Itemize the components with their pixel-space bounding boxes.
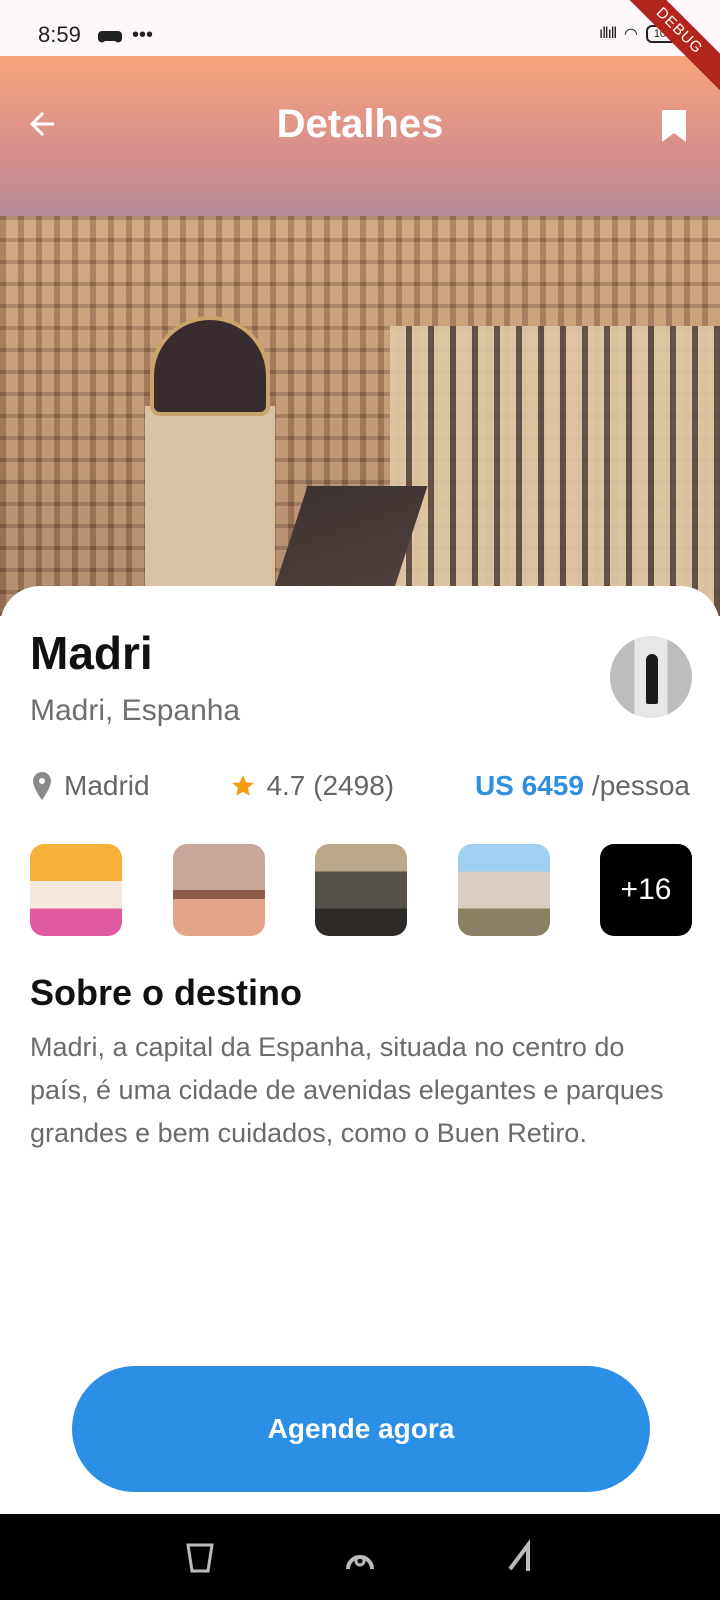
game-controller-icon [98, 30, 122, 42]
system-nav-bar [0, 1514, 720, 1600]
home-icon[interactable] [340, 1537, 380, 1577]
price-info: US 6459 /pessoa [475, 770, 690, 802]
status-bar: 8:59 ••• ıllıll ◠ 100 [0, 0, 720, 56]
status-time: 8:59 [38, 22, 81, 47]
bookmark-icon [662, 110, 686, 142]
bookmark-button[interactable] [660, 108, 688, 144]
wifi-icon: ◠ [624, 26, 638, 43]
place-title: Madri [30, 627, 153, 679]
location-info: Madrid [30, 770, 150, 802]
page-title: Detalhes [276, 102, 444, 146]
back-nav-icon[interactable] [500, 1537, 540, 1577]
hero-tower [145, 406, 275, 616]
location-label: Madrid [64, 770, 150, 801]
signal-icon: ıllıll [598, 25, 617, 42]
gallery-more-label: +16 [620, 873, 672, 906]
photo-gallery: +16 [30, 844, 692, 936]
book-now-label: Agende agora [267, 1413, 455, 1444]
top-app-bar: Detalhes [0, 88, 720, 168]
rating-label: 4.7 (2498) [266, 770, 395, 801]
more-dots-icon: ••• [132, 24, 154, 46]
gallery-more-button[interactable]: +16 [600, 844, 692, 936]
gallery-thumbnail[interactable] [315, 844, 407, 936]
gallery-thumbnail[interactable] [30, 844, 122, 936]
book-now-button[interactable]: Agende agora [72, 1366, 650, 1492]
about-text: Madri, a capital da Espanha, situada no … [30, 1032, 664, 1148]
star-icon [232, 775, 255, 796]
place-subtitle: Madri, Espanha [30, 694, 241, 727]
about-heading: Sobre o destino [30, 972, 303, 1013]
rating-info: 4.7 (2498) [230, 770, 394, 802]
info-row: Madrid 4.7 (2498) US 6459 /pessoa [30, 766, 690, 806]
price-unit: /pessoa [591, 770, 690, 801]
price-value: US 6459 [474, 770, 584, 801]
gallery-thumbnail[interactable] [172, 844, 265, 936]
avatar[interactable] [610, 636, 692, 718]
status-notification-icons: ••• [98, 24, 153, 47]
avatar-person [646, 654, 658, 704]
hero-building [390, 326, 720, 616]
location-pin-icon [33, 772, 51, 800]
recent-apps-icon[interactable] [180, 1537, 220, 1577]
gallery-thumbnail[interactable] [457, 844, 550, 936]
